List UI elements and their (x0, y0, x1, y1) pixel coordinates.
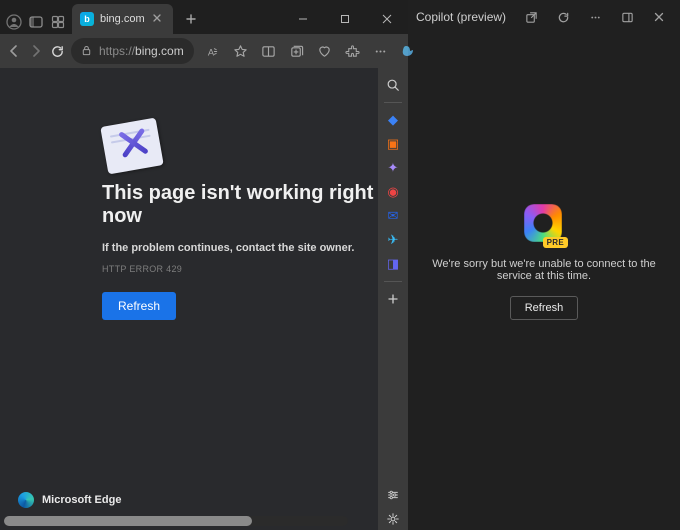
error-code: HTTP ERROR 429 (102, 264, 378, 274)
title-bar: b bing.com (0, 0, 408, 34)
edge-sidebar: ◆ ▣ ✦ ◉ ✉ ✈ ◨ (378, 68, 408, 530)
sidebar-separator (384, 281, 402, 282)
copilot-dock-icon[interactable] (614, 4, 640, 30)
browser-essentials-icon[interactable] (312, 38, 338, 64)
tab-bing[interactable]: b bing.com (72, 4, 173, 34)
copilot-body: PRE We're sorry but we're unable to conn… (408, 34, 680, 530)
copilot-logo-icon: PRE (524, 204, 564, 244)
error-heading: This page isn't working right now (102, 182, 378, 228)
edge-logo-icon (18, 492, 34, 508)
error-subtext: If the problem continues, contact the si… (102, 242, 378, 254)
browser-window: b bing.com https://bing.com A (0, 0, 408, 530)
profile-icon[interactable] (6, 14, 22, 30)
sidebar-spacer (382, 312, 404, 482)
lock-icon (81, 45, 93, 57)
menu-icon[interactable] (368, 38, 394, 64)
copilot-error-message: We're sorry but we're unable to connect … (428, 258, 660, 282)
new-tab-button[interactable] (179, 7, 203, 31)
copilot-pane: Copilot (preview) PRE We're sorry but we… (408, 0, 680, 530)
horizontal-scrollbar[interactable] (4, 516, 348, 526)
tab-actions-icon[interactable] (28, 14, 44, 30)
collections-icon[interactable] (284, 38, 310, 64)
edge-footer: Microsoft Edge (18, 492, 121, 508)
sidebar-image-creator-icon[interactable]: ◨ (382, 253, 404, 275)
window-controls (282, 4, 408, 34)
copilot-more-icon[interactable] (582, 4, 608, 30)
copilot-close-icon[interactable] (646, 4, 672, 30)
tab-strip: b bing.com (72, 4, 282, 34)
forward-button[interactable] (28, 38, 44, 64)
back-button[interactable] (6, 38, 22, 64)
sidebar-outlook-icon[interactable]: ✉ (382, 205, 404, 227)
bing-favicon-icon: b (80, 12, 94, 26)
workspaces-icon[interactable] (50, 14, 66, 30)
edge-product-name: Microsoft Edge (42, 494, 121, 506)
copilot-toolbar-icon[interactable] (396, 38, 422, 64)
copilot-reload-icon[interactable] (550, 4, 576, 30)
copilot-open-external-icon[interactable] (518, 4, 544, 30)
split-screen-icon[interactable] (256, 38, 282, 64)
minimize-button[interactable] (282, 4, 324, 34)
toolbar-right: A (200, 38, 422, 64)
svg-text:A: A (208, 47, 215, 57)
refresh-button[interactable] (50, 38, 65, 64)
copilot-refresh-button[interactable]: Refresh (510, 296, 579, 320)
extensions-icon[interactable] (340, 38, 366, 64)
error-page: This page isn't working right now If the… (0, 68, 378, 530)
copilot-preview-badge: PRE (543, 237, 568, 248)
copilot-title: Copilot (preview) (416, 10, 512, 24)
maximize-button[interactable] (324, 4, 366, 34)
toolbar: https://bing.com A (0, 34, 408, 68)
sidebar-drop-icon[interactable]: ✈ (382, 229, 404, 251)
sidebar-settings-icon[interactable] (382, 508, 404, 530)
copilot-header: Copilot (preview) (408, 0, 680, 34)
sidebar-search-icon[interactable] (382, 74, 404, 96)
url-text: https://bing.com (99, 44, 184, 58)
sidebar-shopping-icon[interactable]: ◆ (382, 109, 404, 131)
sidebar-tools-icon[interactable]: ✦ (382, 157, 404, 179)
address-bar[interactable]: https://bing.com (71, 38, 194, 64)
sidebar-m365-icon[interactable]: ◉ (382, 181, 404, 203)
favorite-icon[interactable] (228, 38, 254, 64)
page-refresh-button[interactable]: Refresh (102, 292, 176, 320)
sidebar-separator (384, 102, 402, 103)
close-tab-icon[interactable] (151, 12, 165, 26)
error-illustration-icon (104, 122, 160, 170)
sidebar-customize-icon[interactable] (382, 484, 404, 506)
sidebar-games-icon[interactable]: ▣ (382, 133, 404, 155)
content-row: This page isn't working right now If the… (0, 68, 408, 530)
tab-title: bing.com (100, 13, 145, 25)
scrollbar-thumb[interactable] (4, 516, 252, 526)
read-aloud-icon[interactable]: A (200, 38, 226, 64)
sidebar-add-icon[interactable] (382, 288, 404, 310)
tab-overview-buttons (0, 14, 72, 34)
close-window-button[interactable] (366, 4, 408, 34)
